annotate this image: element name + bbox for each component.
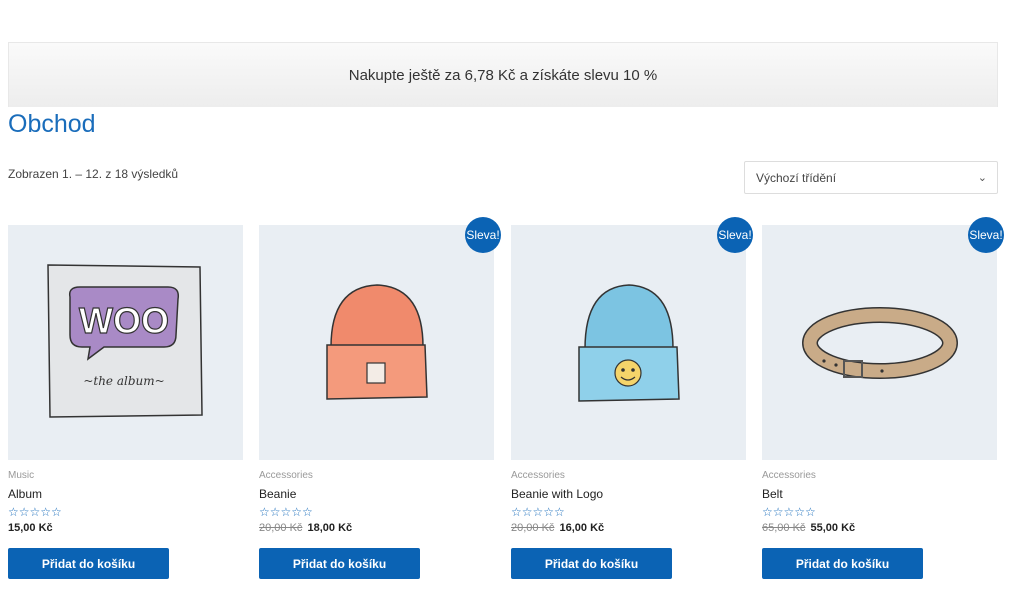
- product-category: Accessories: [259, 470, 313, 481]
- product-title-link[interactable]: Belt: [762, 487, 997, 501]
- product-card: WOO ~the album~ Music Album ☆☆☆☆☆ 15,00 …: [8, 225, 243, 579]
- product-category: Accessories: [511, 470, 565, 481]
- product-image-link[interactable]: WOO ~the album~: [8, 225, 243, 460]
- svg-text:~the album~: ~the album~: [83, 374, 164, 388]
- add-to-cart-button[interactable]: Přidat do košíku: [259, 548, 420, 579]
- belt-icon: [802, 307, 958, 379]
- blue-beanie-logo-icon: [578, 284, 680, 402]
- add-to-cart-button[interactable]: Přidat do košíku: [8, 548, 169, 579]
- product-category: Music: [8, 470, 35, 481]
- regular-price: 20,00 Kč: [259, 522, 303, 534]
- woo-album-icon: WOO ~the album~: [47, 264, 203, 418]
- regular-price: 20,00 Kč: [511, 522, 555, 534]
- orange-beanie-icon: [326, 284, 428, 400]
- sale-price: 16,00 Kč: [559, 522, 605, 534]
- sale-price: 15,00 Kč: [8, 522, 53, 534]
- product-category: Accessories: [762, 470, 816, 481]
- page-title: Obchod: [8, 110, 96, 138]
- star-rating-icon: ☆☆☆☆☆: [259, 505, 313, 519]
- store-notice: Nakupte ještě za 6,78 Kč a získáte slevu…: [8, 42, 998, 107]
- product-price: 15,00 Kč: [8, 522, 243, 534]
- product-price: 65,00 Kč 55,00 Kč: [762, 522, 997, 534]
- product-card: Sleva! Accessories Belt ☆☆☆☆☆ 65,00 Kč 5…: [762, 217, 1004, 579]
- product-image-link[interactable]: Sleva!: [762, 217, 1004, 460]
- regular-price: 65,00 Kč: [762, 522, 806, 534]
- add-to-cart-button[interactable]: Přidat do košíku: [762, 548, 923, 579]
- product-price: 20,00 Kč 18,00 Kč: [259, 522, 494, 534]
- chevron-down-icon: ⌄: [977, 172, 987, 184]
- product-image-link[interactable]: Sleva!: [511, 217, 753, 460]
- product-title-link[interactable]: Beanie with Logo: [511, 487, 746, 501]
- product-price: 20,00 Kč 16,00 Kč: [511, 522, 746, 534]
- sale-badge: Sleva!: [968, 217, 1004, 253]
- product-title-link[interactable]: Beanie: [259, 487, 494, 501]
- star-rating-icon: ☆☆☆☆☆: [762, 505, 816, 519]
- result-count: Zobrazen 1. – 12. z 18 výsledků: [8, 167, 179, 181]
- product-image-link[interactable]: Sleva!: [259, 217, 501, 460]
- product-card: Sleva! Accessories Beanie with Logo ☆☆☆☆…: [511, 217, 753, 579]
- star-rating-icon: ☆☆☆☆☆: [511, 505, 565, 519]
- svg-text:WOO: WOO: [79, 300, 169, 341]
- ordering-selected-value: Výchozí třídění: [756, 170, 837, 185]
- product-title-link[interactable]: Album: [8, 487, 243, 501]
- sale-price: 55,00 Kč: [810, 522, 856, 534]
- store-notice-text: Nakupte ještě za 6,78 Kč a získáte slevu…: [348, 66, 658, 84]
- sale-price: 18,00 Kč: [307, 522, 353, 534]
- star-rating-icon: ☆☆☆☆☆: [8, 505, 62, 519]
- sale-badge: Sleva!: [465, 217, 501, 253]
- add-to-cart-button[interactable]: Přidat do košíku: [511, 548, 672, 579]
- ordering-select[interactable]: Výchozí třídění ⌄: [744, 161, 998, 194]
- sale-badge: Sleva!: [717, 217, 753, 253]
- product-card: Sleva! Accessories Beanie ☆☆☆☆☆ 20,00 Kč…: [259, 217, 501, 579]
